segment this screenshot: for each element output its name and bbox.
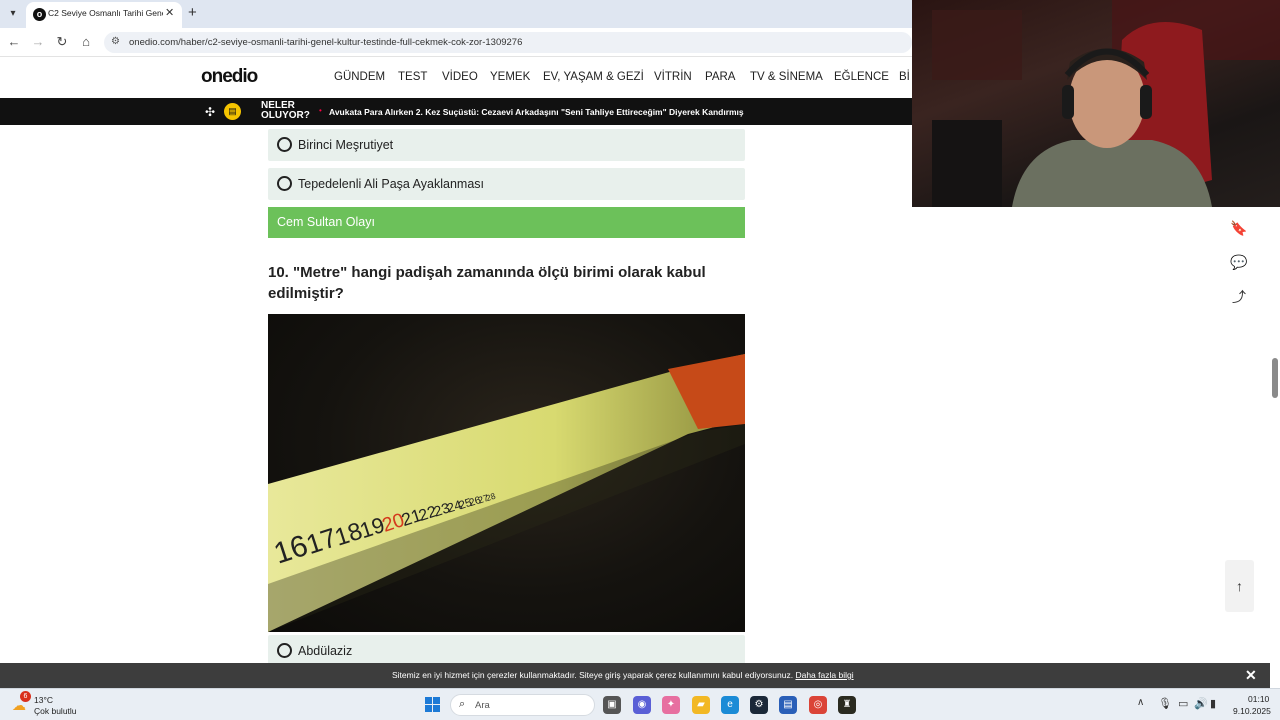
url-input[interactable]: ⚙ onedio.com/haber/c2-seviye-osmanli-tar…: [104, 32, 912, 53]
new-tab-plus-icon[interactable]: +: [188, 4, 197, 21]
windows-taskbar: ☁ 6 13°C Çok bulutlu ⌕ Ara ▣ ◉ ✦ ▰ e ⚙ ▤…: [0, 688, 1280, 720]
nav-item-vitrin[interactable]: VİTRİN: [654, 71, 692, 83]
search-icon: ⌕: [459, 698, 466, 710]
tab-title: C2 Seviye Osmanlı Tarihi Genel: [48, 8, 163, 18]
clock-time[interactable]: 01:10: [1248, 694, 1269, 704]
nav-item-ev-yasam-gezi[interactable]: EV, YAŞAM & GEZİ: [543, 71, 644, 83]
option-label: Birinci Meşrutiyet: [298, 138, 394, 152]
active-tab[interactable]: o C2 Seviye Osmanlı Tarihi Genel ✕: [26, 2, 182, 28]
tray-chevron-up-icon[interactable]: ∧: [1137, 697, 1144, 708]
windows-start-icon[interactable]: [425, 697, 441, 713]
edge-icon[interactable]: e: [721, 696, 739, 714]
measuring-tape-image: 16 17 18 19 20 21 22 23 24 25 26 27 28: [268, 314, 745, 632]
cookie-consent-bar: Sitemiz en iyi hizmet için çerezler kull…: [0, 663, 1270, 688]
tab-search-chevron-icon[interactable]: ▾: [4, 5, 22, 23]
file-explorer-icon[interactable]: ▰: [692, 696, 710, 714]
nav-item-more[interactable]: Bİ: [899, 71, 910, 83]
comments-icon[interactable]: 💬: [1228, 251, 1250, 273]
share-icon[interactable]: ⤴: [1228, 286, 1250, 308]
site-info-icon[interactable]: ⚙: [111, 36, 120, 47]
nav-item-para[interactable]: PARA: [705, 71, 735, 83]
grid-menu-icon[interactable]: ✣: [205, 105, 215, 119]
cookie-close-icon[interactable]: ✕: [1245, 667, 1257, 684]
nav-item-test[interactable]: TEST: [398, 71, 427, 83]
search-placeholder: Ara: [475, 700, 490, 711]
back-arrow-icon[interactable]: ←: [6, 34, 22, 50]
nav-item-tv-sinema[interactable]: TV & SİNEMA: [750, 71, 823, 83]
site-header: onedio GÜNDEM TEST VİDEO YEMEK EV, YAŞAM…: [0, 58, 912, 98]
weather-description[interactable]: Çok bulutlu: [34, 706, 77, 716]
forward-arrow-icon[interactable]: →: [30, 34, 46, 50]
steam-icon[interactable]: ⚙: [750, 696, 768, 714]
news-bullet-icon: •: [319, 106, 322, 115]
reload-icon[interactable]: ↻: [54, 34, 70, 50]
clock-date[interactable]: 9.10.2025: [1233, 706, 1271, 716]
cookie-more-info-link[interactable]: Daha fazla bilgi: [795, 670, 853, 680]
tape-illustration: 16171819202122232425262728: [268, 354, 745, 632]
quiz-option[interactable]: Tepedelenli Ali Paşa Ayaklanması: [268, 168, 745, 200]
url-text: onedio.com/haber/c2-seviye-osmanli-tarih…: [129, 37, 523, 48]
page-scrollbar-thumb[interactable]: [1272, 358, 1278, 398]
home-icon[interactable]: ⌂: [78, 34, 94, 50]
scroll-to-top-button[interactable]: ↑: [1225, 560, 1254, 612]
game-launcher-icon[interactable]: ♜: [838, 696, 856, 714]
radio-circle-icon[interactable]: [277, 176, 292, 191]
tab-close-icon[interactable]: ✕: [165, 6, 174, 19]
nav-item-gundem[interactable]: GÜNDEM: [334, 71, 385, 83]
task-view-icon[interactable]: ▣: [603, 696, 621, 714]
site-logo[interactable]: onedio: [201, 66, 258, 88]
chrome-icon[interactable]: ◎: [809, 696, 827, 714]
battery-icon[interactable]: ▮: [1210, 697, 1216, 710]
store-icon[interactable]: ▤: [779, 696, 797, 714]
weather-badge: 6: [20, 691, 31, 702]
discord-icon[interactable]: ◉: [633, 696, 651, 714]
option-label: Abdülaziz: [298, 644, 353, 658]
radio-circle-icon[interactable]: [277, 643, 292, 658]
nav-item-video[interactable]: VİDEO: [442, 71, 478, 83]
streamer-webcam-image: [932, 0, 1280, 207]
cookie-text: Sitemiz en iyi hizmet için çerezler kull…: [392, 670, 854, 680]
nav-item-eglence[interactable]: EĞLENCE: [834, 71, 889, 83]
microphone-icon[interactable]: 🎙: [1158, 697, 1172, 710]
taskbar-search-input[interactable]: ⌕ Ara: [450, 694, 595, 716]
onedio-favicon-icon: o: [33, 8, 46, 21]
option-label: Tepedelenli Ali Paşa Ayaklanması: [298, 177, 484, 191]
news-headline-link[interactable]: Avukata Para Alırken 2. Kez Suçüstü: Cez…: [329, 107, 744, 117]
weather-temperature[interactable]: 13°C: [34, 695, 53, 705]
quiz-option[interactable]: Birinci Meşrutiyet: [268, 129, 745, 161]
news-ticker-bar: ✣ ▤ NELER OLUYOR? • Avukata Para Alırken…: [0, 98, 912, 125]
news-label: NELER OLUYOR?: [261, 100, 310, 121]
volume-icon[interactable]: 🔊: [1194, 697, 1208, 710]
news-badge-icon: ▤: [224, 103, 241, 120]
option-label: Cem Sultan Olayı: [277, 215, 375, 229]
nav-item-yemek[interactable]: YEMEK: [490, 71, 530, 83]
quiz-option-correct[interactable]: Cem Sultan Olayı: [268, 207, 745, 238]
display-icon[interactable]: ▭: [1178, 697, 1188, 710]
copilot-icon[interactable]: ✦: [662, 696, 680, 714]
radio-circle-icon[interactable]: [277, 137, 292, 152]
bookmark-icon[interactable]: 🔖: [1228, 217, 1250, 239]
question-title: 10. "Metre" hangi padişah zamanında ölçü…: [268, 264, 706, 302]
webcam-overlay: [912, 0, 1280, 207]
